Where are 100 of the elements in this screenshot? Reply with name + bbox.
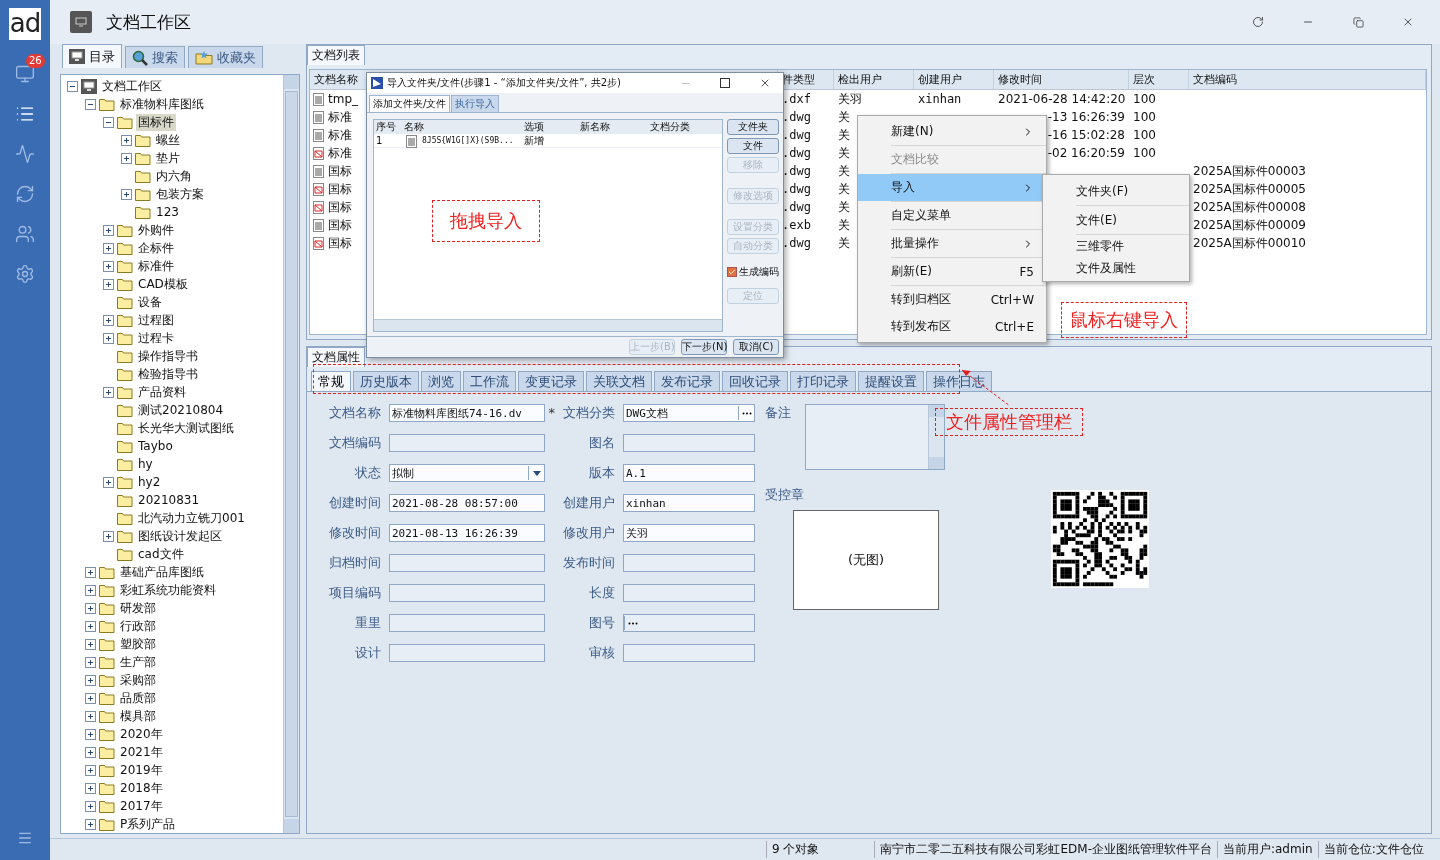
column-header[interactable]: 文档编码 bbox=[1189, 70, 1426, 89]
tree-item[interactable]: 研发部 bbox=[118, 599, 158, 617]
tree-item[interactable]: 企标件 bbox=[136, 239, 176, 257]
expand-toggle[interactable] bbox=[85, 800, 96, 812]
tree-item[interactable]: 包装方案 bbox=[154, 185, 206, 203]
button[interactable]: 文件夹 bbox=[727, 119, 779, 135]
column-header[interactable]: 修改时间 bbox=[994, 70, 1129, 89]
checkbox[interactable] bbox=[727, 267, 737, 277]
expand-toggle[interactable] bbox=[103, 260, 114, 272]
tree-item[interactable]: 长光华大测试图纸 bbox=[136, 419, 236, 437]
expand-toggle[interactable] bbox=[85, 728, 96, 740]
dropdown-field[interactable]: 拟制 bbox=[389, 464, 545, 482]
input-field[interactable] bbox=[623, 434, 755, 452]
expand-toggle[interactable] bbox=[103, 314, 114, 326]
input-field[interactable] bbox=[623, 584, 755, 602]
tree-item[interactable]: 2019年 bbox=[118, 761, 165, 779]
column-header[interactable]: 选项 bbox=[522, 120, 578, 134]
tree-item[interactable]: 操作指导书 bbox=[136, 347, 200, 365]
tree-item[interactable]: hy bbox=[136, 457, 155, 471]
menu-item[interactable]: 三维零件 bbox=[1043, 235, 1189, 257]
tab[interactable]: 打印记录 bbox=[790, 371, 856, 391]
input-field[interactable] bbox=[623, 614, 755, 632]
input-field[interactable]: xinhan bbox=[623, 494, 755, 512]
tree-item[interactable]: 产品资料 bbox=[136, 383, 188, 401]
expand-toggle[interactable] bbox=[85, 620, 96, 632]
column-header[interactable]: 名称 bbox=[402, 120, 522, 134]
tree-item[interactable]: 文档工作区 bbox=[100, 77, 164, 95]
menu-item[interactable]: 新建(N) bbox=[858, 118, 1046, 145]
menu-item[interactable]: 自定义菜单 bbox=[858, 202, 1046, 229]
input-field[interactable] bbox=[389, 434, 545, 452]
menu-item[interactable]: 刷新(E) F5 bbox=[858, 258, 1046, 285]
input-field[interactable] bbox=[389, 584, 545, 602]
column-header[interactable]: 创建用户 bbox=[914, 70, 994, 89]
tab[interactable]: 发布记录 bbox=[654, 371, 720, 391]
tree-item[interactable]: 基础产品库图纸 bbox=[118, 563, 206, 581]
column-header[interactable]: 序号 bbox=[374, 120, 402, 134]
expand-toggle[interactable] bbox=[103, 476, 114, 488]
input-field[interactable]: 2021-08-13 16:26:39 bbox=[389, 524, 545, 542]
menu-item[interactable]: 文件及属性 bbox=[1043, 257, 1189, 279]
expand-toggle[interactable] bbox=[85, 782, 96, 794]
column-header[interactable]: 文档分类 bbox=[648, 120, 722, 134]
input-field[interactable]: 关羽 bbox=[623, 524, 755, 542]
tree-item[interactable]: 螺丝 bbox=[154, 131, 182, 149]
tab[interactable]: 添加文件夹/文件 bbox=[369, 95, 451, 112]
tree-item[interactable]: 生产部 bbox=[118, 653, 158, 671]
tab[interactable]: 回收记录 bbox=[722, 371, 788, 391]
menu-item[interactable]: 转到归档区 Ctrl+W bbox=[858, 286, 1046, 313]
expand-toggle[interactable] bbox=[85, 584, 96, 596]
tree-item[interactable]: 塑胶部 bbox=[118, 635, 158, 653]
tree-item[interactable]: 模具部 bbox=[118, 707, 158, 725]
collapse-toggle[interactable] bbox=[85, 98, 96, 110]
tree-item[interactable]: 采购部 bbox=[118, 671, 158, 689]
tree-item[interactable]: 123 bbox=[154, 205, 181, 219]
tab[interactable]: 常规 bbox=[311, 371, 351, 391]
column-header[interactable]: 层次 bbox=[1129, 70, 1189, 89]
expand-toggle[interactable] bbox=[103, 278, 114, 290]
tree-item[interactable]: 2020年 bbox=[118, 725, 165, 743]
tree-item[interactable]: 检验指导书 bbox=[136, 365, 200, 383]
collapse-toggle[interactable] bbox=[103, 116, 114, 128]
button[interactable]: 取消(C) bbox=[733, 339, 779, 355]
button[interactable]: 文件 bbox=[727, 138, 779, 154]
expand-toggle[interactable] bbox=[85, 638, 96, 650]
menu-item[interactable]: 文件夹(F) bbox=[1043, 177, 1189, 205]
input-field[interactable] bbox=[623, 644, 755, 662]
expand-toggle[interactable] bbox=[103, 224, 114, 236]
tree-item[interactable]: 行政部 bbox=[118, 617, 158, 635]
tree-item[interactable]: 图纸设计发起区 bbox=[136, 527, 224, 545]
expand-toggle[interactable] bbox=[85, 692, 96, 704]
expand-toggle[interactable] bbox=[103, 242, 114, 254]
expand-toggle[interactable] bbox=[85, 764, 96, 776]
tab[interactable]: 提醒设置 bbox=[858, 371, 924, 391]
tree-item[interactable]: CAD模板 bbox=[136, 275, 190, 293]
expand-toggle[interactable] bbox=[103, 332, 114, 344]
tree-item[interactable]: 过程卡 bbox=[136, 329, 176, 347]
menu-item[interactable]: 文件(E) bbox=[1043, 206, 1189, 234]
tab[interactable]: 工作流 bbox=[463, 371, 516, 391]
button[interactable]: 下一步(N) bbox=[681, 339, 727, 355]
expand-toggle[interactable] bbox=[85, 674, 96, 686]
column-header[interactable]: 新名称 bbox=[578, 120, 648, 134]
tree-item[interactable]: 国标件 bbox=[136, 113, 176, 131]
expand-toggle[interactable] bbox=[85, 602, 96, 614]
tree-item[interactable]: Taybo bbox=[136, 439, 175, 453]
expand-toggle[interactable] bbox=[85, 818, 96, 830]
scrollbar[interactable] bbox=[928, 405, 944, 469]
tab[interactable]: 执行导入 bbox=[451, 95, 500, 112]
tree-item[interactable]: hy2 bbox=[136, 475, 163, 489]
column-header[interactable]: 检出用户 bbox=[834, 70, 914, 89]
tree-item[interactable]: 彩虹系统功能资料 bbox=[118, 581, 218, 599]
input-field[interactable] bbox=[389, 614, 545, 632]
tree-item[interactable]: P系列产品 bbox=[118, 815, 178, 833]
input-field[interactable]: 2021-08-28 08:57:00 bbox=[389, 494, 545, 512]
tab[interactable]: 历史版本 bbox=[353, 371, 419, 391]
tree-item[interactable]: 测试20210804 bbox=[136, 401, 226, 419]
input-field[interactable] bbox=[389, 644, 545, 662]
tree-item[interactable]: 设备 bbox=[136, 293, 164, 311]
tab[interactable]: 搜索 bbox=[125, 46, 185, 68]
tree-item[interactable]: 20210831 bbox=[136, 493, 202, 507]
tree-item[interactable]: 标准物料库图纸 bbox=[118, 95, 206, 113]
tree-item[interactable]: 标准件 bbox=[136, 257, 176, 275]
tree-item[interactable]: 2021年 bbox=[118, 743, 165, 761]
